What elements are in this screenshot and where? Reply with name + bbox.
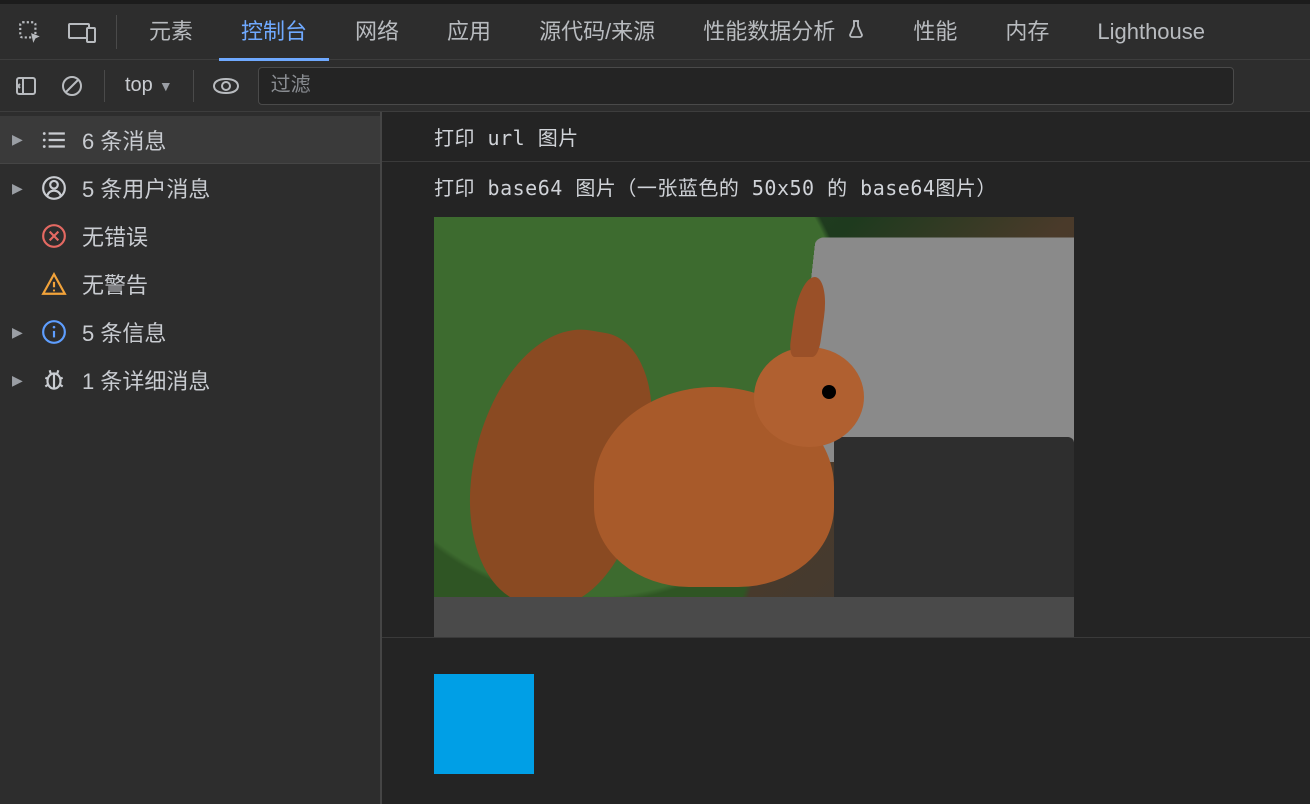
- clear-console-button[interactable]: [50, 64, 94, 108]
- info-icon: [40, 318, 68, 346]
- list-icon: [40, 126, 68, 154]
- url-image[interactable]: [434, 217, 1074, 637]
- console-message-text: 打印 base64 图片（一张蓝色的 50x50 的 base64图片）: [434, 176, 997, 200]
- sidebar-item-label: 5 条用户消息: [82, 172, 210, 204]
- console-toolbar: top ▼: [0, 60, 1310, 112]
- filter-input[interactable]: [258, 67, 1234, 105]
- tab-label: 网络: [355, 19, 399, 44]
- base64-image[interactable]: [434, 674, 534, 774]
- console-sidebar: ▶ 6 条消息 ▶: [0, 112, 382, 804]
- expand-icon: ▶: [12, 180, 26, 197]
- console-output: 打印 url 图片 打印 base64 图片（一张蓝色的 50x50 的 bas…: [382, 112, 1310, 804]
- bug-icon: [40, 366, 68, 394]
- warning-icon: [40, 270, 68, 298]
- tab-label: Lighthouse: [1097, 19, 1205, 44]
- console-message-text: 打印 url 图片: [434, 126, 579, 150]
- execution-context-selector[interactable]: top ▼: [115, 74, 183, 97]
- tab-performance-insights[interactable]: 性能数据分析: [681, 4, 887, 60]
- tab-console[interactable]: 控制台: [219, 4, 329, 60]
- tab-application[interactable]: 应用: [425, 4, 513, 60]
- sidebar-item-label: 6 条消息: [82, 124, 166, 156]
- sidebar-item-errors[interactable]: ▶ 无错误: [0, 212, 380, 260]
- tab-label: 元素: [149, 19, 193, 44]
- sidebar-item-warnings[interactable]: ▶ 无警告: [0, 260, 380, 308]
- flask-icon: [847, 19, 865, 44]
- tab-label: 控制台: [241, 19, 307, 44]
- tab-label: 性能: [913, 19, 957, 44]
- expand-icon: ▶: [12, 324, 26, 341]
- toggle-sidebar-button[interactable]: [4, 64, 48, 108]
- separator: [193, 70, 194, 102]
- tab-label: 性能数据分析: [703, 19, 835, 44]
- tab-memory[interactable]: 内存: [983, 4, 1071, 60]
- expand-icon: ▶: [12, 131, 26, 148]
- sidebar-item-label: 无错误: [82, 220, 148, 252]
- tab-network[interactable]: 网络: [333, 4, 421, 60]
- tab-label: 内存: [1005, 19, 1049, 44]
- tab-elements[interactable]: 元素: [127, 4, 215, 60]
- tab-performance[interactable]: 性能: [891, 4, 979, 60]
- inspect-element-button[interactable]: [6, 8, 54, 56]
- error-icon: [40, 222, 68, 250]
- console-message[interactable]: 打印 base64 图片（一张蓝色的 50x50 的 base64图片）: [382, 162, 1310, 211]
- sidebar-item-label: 无警告: [82, 268, 148, 300]
- devtools-tab-bar: 元素 控制台 网络 应用 源代码/来源 性能数据分析 性能 内存 Lightho…: [0, 0, 1310, 60]
- chevron-down-icon: ▼: [159, 78, 173, 94]
- live-expression-button[interactable]: [204, 64, 248, 108]
- sidebar-item-label: 5 条信息: [82, 316, 166, 348]
- sidebar-item-label: 1 条详细消息: [82, 364, 210, 396]
- tab-label: 应用: [447, 19, 491, 44]
- separator: [104, 70, 105, 102]
- sidebar-item-messages[interactable]: ▶ 6 条消息: [0, 116, 380, 164]
- context-label: top: [125, 74, 153, 97]
- tab-label: 源代码/来源: [539, 19, 655, 44]
- user-icon: [40, 174, 68, 202]
- separator: [116, 15, 117, 49]
- sidebar-item-user[interactable]: ▶ 5 条用户消息: [0, 164, 380, 212]
- console-message[interactable]: 打印 url 图片: [382, 112, 1310, 162]
- sidebar-item-info[interactable]: ▶ 5 条信息: [0, 308, 380, 356]
- tab-lighthouse[interactable]: Lighthouse: [1075, 4, 1227, 60]
- expand-icon: ▶: [12, 372, 26, 389]
- tab-sources[interactable]: 源代码/来源: [517, 4, 677, 60]
- console-image-output: [382, 211, 1310, 637]
- device-toolbar-button[interactable]: [58, 8, 106, 56]
- console-image-output: [382, 638, 1310, 774]
- sidebar-item-verbose[interactable]: ▶ 1 条详细消息: [0, 356, 380, 404]
